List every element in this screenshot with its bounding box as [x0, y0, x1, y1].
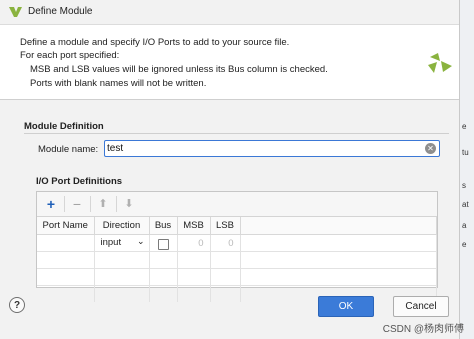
toolbar-divider: [116, 196, 117, 212]
module-name-input[interactable]: [107, 142, 417, 155]
background-text: tu: [462, 148, 469, 157]
ports-toolbar: + − ⬆ ⬇: [37, 192, 437, 217]
io-port-definitions-heading: I/O Port Definitions: [36, 176, 123, 187]
msb-cell[interactable]: 0: [177, 234, 211, 252]
bus-cell: [149, 234, 178, 252]
description-line: Ports with blank names will not be writt…: [30, 78, 207, 89]
toolbar-divider: [90, 196, 91, 212]
remove-port-button[interactable]: −: [68, 195, 86, 213]
background-text: e: [462, 240, 467, 249]
toolbar-divider: [64, 196, 65, 212]
background-text: a: [462, 221, 467, 230]
ports-table: Port Name Direction Bus MSB LSB input ⌄: [37, 217, 437, 302]
define-module-dialog: Define Module Define a module and specif…: [0, 0, 460, 339]
divider: [24, 133, 449, 134]
clear-icon[interactable]: ✕: [425, 143, 436, 154]
module-name-label: Module name:: [38, 144, 99, 155]
description-line: For each port specified:: [20, 50, 120, 61]
column-header-msb[interactable]: MSB: [177, 217, 211, 235]
table-header-row: Port Name Direction Bus MSB LSB: [37, 217, 437, 235]
chevron-down-icon: ⌄: [136, 236, 145, 246]
port-name-cell[interactable]: [37, 234, 95, 252]
io-ports-panel: + − ⬆ ⬇ Port Name Direction Bus MSB LSB: [36, 191, 438, 302]
lsb-cell[interactable]: 0: [210, 234, 241, 252]
module-name-field[interactable]: ✕: [104, 140, 440, 157]
background-text: at: [462, 200, 469, 209]
ok-button[interactable]: OK: [318, 296, 374, 317]
help-button[interactable]: ?: [9, 297, 25, 313]
filler-cell: [240, 234, 437, 252]
vivado-logo-icon: [428, 52, 452, 77]
move-down-button[interactable]: ⬇: [120, 195, 138, 213]
column-header-lsb[interactable]: LSB: [210, 217, 241, 235]
title-bar: Define Module: [0, 0, 459, 25]
dialog-title: Define Module: [28, 6, 93, 17]
background-text: s: [462, 181, 466, 190]
direction-select[interactable]: input ⌄: [94, 234, 150, 252]
move-up-button[interactable]: ⬆: [94, 195, 112, 213]
column-header-direction[interactable]: Direction: [94, 217, 150, 235]
add-port-button[interactable]: +: [42, 195, 60, 213]
table-row: input ⌄ 0 0: [37, 234, 437, 252]
column-header-filler: [240, 217, 437, 235]
direction-value: input: [100, 237, 122, 248]
description-line: Define a module and specify I/O Ports to…: [20, 37, 290, 48]
vivado-logo-icon: [9, 5, 22, 21]
watermark: CSDN @杨肉师傅: [382, 324, 464, 335]
module-definition-heading: Module Definition: [24, 121, 104, 132]
description-header: Define a module and specify I/O Ports to…: [0, 25, 459, 100]
background-window: e tu s at a e: [459, 0, 474, 339]
background-text: e: [462, 122, 467, 131]
cancel-button[interactable]: Cancel: [393, 296, 449, 317]
description-line: MSB and LSB values will be ignored unles…: [30, 64, 328, 75]
column-header-port-name[interactable]: Port Name: [37, 217, 95, 235]
table-row: [37, 285, 437, 302]
table-row: [37, 251, 437, 269]
column-header-bus[interactable]: Bus: [149, 217, 178, 235]
table-row: [37, 268, 437, 286]
bus-checkbox[interactable]: [157, 239, 169, 250]
